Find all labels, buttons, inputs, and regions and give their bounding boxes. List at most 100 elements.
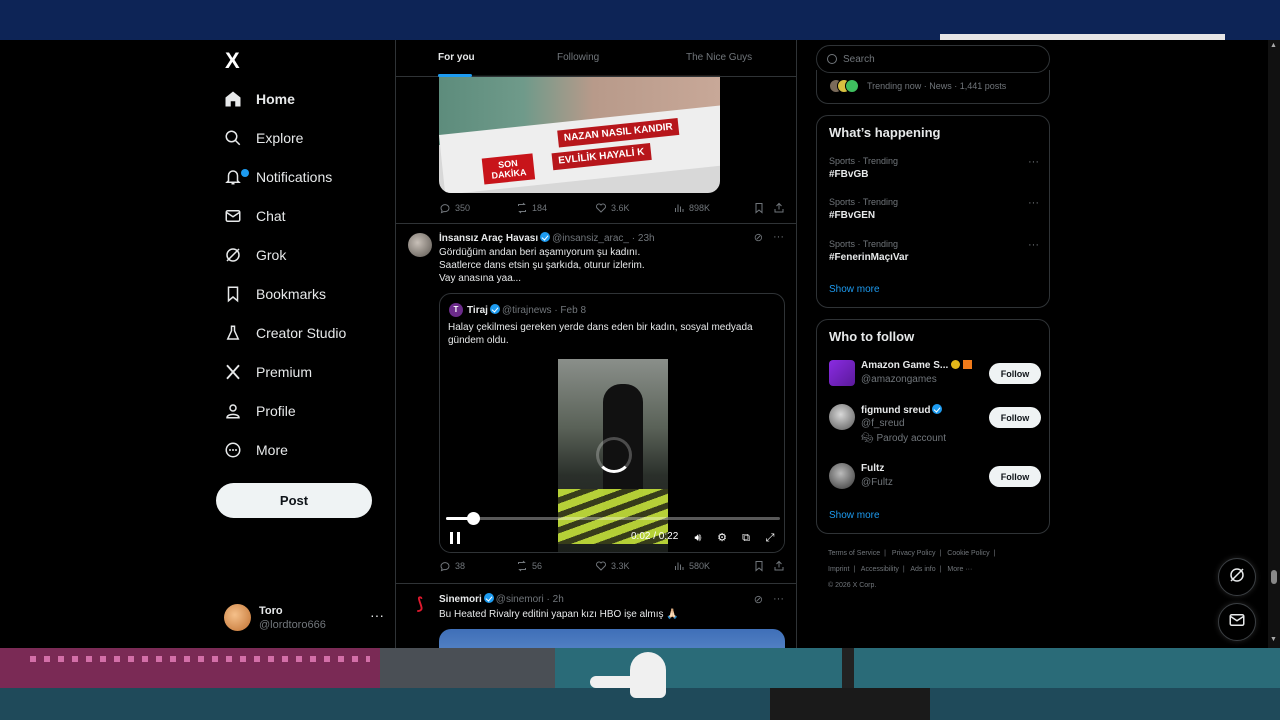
- search-input[interactable]: [843, 53, 1033, 65]
- grok-icon[interactable]: ⊘: [754, 231, 763, 244]
- nav-chat[interactable]: Chat: [224, 201, 286, 231]
- nav-chat-label: Chat: [256, 208, 286, 224]
- scrollbar-thumb[interactable]: [1271, 570, 1277, 584]
- avatar: [224, 604, 251, 631]
- tab-for-you[interactable]: For you: [438, 52, 475, 63]
- footer-link[interactable]: Imprint: [828, 566, 849, 573]
- scroll-up-arrow-icon[interactable]: ▲: [1270, 42, 1277, 49]
- repost-button[interactable]: 184: [516, 202, 547, 214]
- share-button[interactable]: [773, 560, 785, 572]
- scrollbar[interactable]: ▲ ▼: [1268, 40, 1280, 648]
- follow-button[interactable]: Follow: [989, 407, 1041, 428]
- author-name[interactable]: İnsansız Araç Havası: [439, 233, 538, 244]
- grok-fab-button[interactable]: [1218, 558, 1256, 596]
- footer-separator: |: [993, 550, 996, 557]
- settings-gear-icon[interactable]: ⚙︎: [715, 531, 729, 545]
- follow-suggestion[interactable]: figmund sreud @f_sreud 🎭︎ Parody account…: [829, 404, 1041, 450]
- nav-notifications[interactable]: Notifications: [224, 162, 332, 192]
- more-icon[interactable]: ···: [1028, 197, 1039, 209]
- account-switcher[interactable]: Toro @lordtoro666 ···: [224, 603, 384, 633]
- trend-item[interactable]: Sports · Trending #FBvGEN ···: [829, 197, 1039, 227]
- trend-item[interactable]: Sports · Trending #FBvGB ···: [829, 156, 1039, 186]
- show-more-link[interactable]: Show more: [829, 284, 880, 295]
- views-button[interactable]: 898K: [673, 202, 710, 214]
- tab-the-nice-guys[interactable]: The Nice Guys: [686, 52, 752, 63]
- show-more-link[interactable]: Show more: [829, 510, 880, 521]
- avatar: [829, 360, 855, 386]
- nav-home[interactable]: Home: [224, 84, 295, 114]
- grok-icon[interactable]: ⊘: [754, 593, 763, 606]
- like-button[interactable]: 3.3K: [595, 560, 630, 572]
- mini-player-icon[interactable]: ⧉: [739, 531, 753, 545]
- footer-link[interactable]: Accessibility: [861, 566, 899, 573]
- nav-premium[interactable]: Premium: [224, 357, 312, 387]
- like-button[interactable]: 3.6K: [595, 202, 630, 214]
- x-logo-icon[interactable]: X: [225, 50, 247, 72]
- quoted-post[interactable]: T Tiraj @tirajnews · Feb 8 Halay çekilmes…: [439, 293, 785, 553]
- footer-links: Terms of Service | Privacy Policy | Cookie…: [828, 546, 1038, 594]
- video-player[interactable]: 0:02 / 0:22 🔊︎ ⚙︎ ⧉ ⤢: [440, 359, 784, 552]
- account-handle: @Fultz: [861, 477, 893, 488]
- banner-subheadline: EVLİLİK HAYALİ K: [551, 143, 652, 171]
- footer-link[interactable]: Terms of Service: [828, 550, 880, 557]
- reply-button[interactable]: 38: [439, 560, 465, 572]
- more-icon[interactable]: ···: [370, 607, 384, 623]
- follow-suggestion[interactable]: Fultz @Fultz Follow: [829, 463, 1041, 499]
- footer-link[interactable]: Cookie Policy: [947, 550, 989, 557]
- reply-button[interactable]: 350: [439, 202, 470, 214]
- scroll-down-arrow-icon[interactable]: ▼: [1270, 636, 1277, 643]
- search-bar[interactable]: [816, 45, 1050, 73]
- more-icon[interactable]: ···: [1028, 156, 1039, 168]
- footer-link[interactable]: Ads info: [910, 566, 935, 573]
- more-icon[interactable]: ···: [773, 231, 784, 244]
- post-image[interactable]: [439, 629, 785, 648]
- follow-button[interactable]: Follow: [989, 363, 1041, 384]
- post-time[interactable]: · 2h: [547, 594, 564, 605]
- nav-creator-studio[interactable]: Creator Studio: [224, 318, 346, 348]
- avatar[interactable]: [408, 233, 432, 257]
- post-time[interactable]: · 23h: [632, 233, 655, 244]
- follow-suggestion[interactable]: Amazon Game S... @amazongames Follow: [829, 360, 1041, 396]
- nav-more[interactable]: More: [224, 435, 288, 465]
- trending-news-card[interactable]: Trending now · News · 1,441 posts: [816, 70, 1050, 104]
- avatar[interactable]: ⟆: [408, 593, 432, 617]
- repost-button[interactable]: 56: [516, 560, 542, 572]
- author-handle[interactable]: @sinemori: [496, 594, 544, 605]
- video-progress-bar[interactable]: [446, 512, 780, 525]
- post-image[interactable]: NAZAN NASIL KANDIR EVLİLİK HAYALİ K SON D…: [439, 75, 720, 193]
- desktop-top-band: [0, 0, 1280, 40]
- more-icon[interactable]: ···: [1028, 239, 1039, 251]
- footer-separator: |: [853, 566, 856, 573]
- volume-icon[interactable]: 🔊︎: [691, 531, 705, 545]
- badge-line-2: DAKİKA: [491, 167, 527, 181]
- nav-explore[interactable]: Explore: [224, 123, 303, 153]
- mask-icon: 🎭︎: [861, 433, 874, 444]
- tab-following[interactable]: Following: [557, 52, 599, 63]
- mail-icon: [224, 207, 242, 225]
- bookmark-button[interactable]: [753, 560, 765, 572]
- nav-grok[interactable]: Grok: [224, 240, 286, 270]
- more-icon[interactable]: ···: [773, 593, 784, 606]
- bookmark-button[interactable]: [753, 202, 765, 214]
- views-button[interactable]: 580K: [673, 560, 710, 572]
- pixel-wall: [0, 648, 380, 688]
- messages-fab-button[interactable]: [1218, 603, 1256, 641]
- quoted-author-handle: @tirajnews: [501, 305, 552, 316]
- nav-profile[interactable]: Profile: [224, 396, 296, 426]
- nav-bookmarks[interactable]: Bookmarks: [224, 279, 326, 309]
- share-button[interactable]: [773, 202, 785, 214]
- post-button[interactable]: Post: [216, 483, 372, 518]
- follow-button[interactable]: Follow: [989, 466, 1041, 487]
- nav-grok-label: Grok: [256, 247, 287, 263]
- footer-link[interactable]: More ···: [947, 566, 972, 573]
- pause-icon[interactable]: [450, 532, 460, 544]
- fullscreen-icon[interactable]: ⤢: [763, 531, 777, 545]
- footer-link[interactable]: Privacy Policy: [892, 550, 936, 557]
- post-text-line: Saatlerce dans etsin şu şarkıda, oturur …: [439, 260, 645, 271]
- nav-explore-label: Explore: [256, 130, 304, 146]
- video-scrubber-handle[interactable]: [466, 512, 480, 525]
- author-handle[interactable]: @insansiz_arac_: [552, 233, 629, 244]
- author-name[interactable]: Sinemori: [439, 594, 482, 605]
- verified-badge-icon: [489, 304, 500, 314]
- trend-item[interactable]: Sports · Trending #FenerinMaçıVar ···: [829, 239, 1039, 269]
